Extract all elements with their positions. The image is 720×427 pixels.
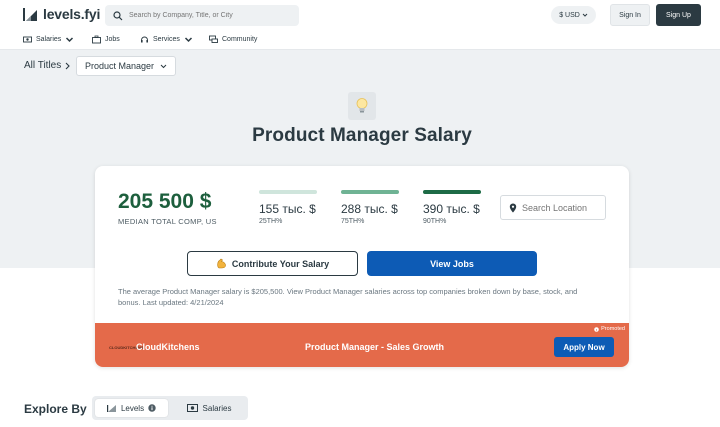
flexed-arm-icon bbox=[217, 258, 226, 269]
money-icon bbox=[23, 36, 32, 43]
percentile-value: 155 тыс. $ bbox=[259, 202, 316, 216]
percentile-label: 75TH% bbox=[341, 218, 365, 225]
salary-card: 205 500 $ MEDIAN TOTAL COMP, US 155 тыс.… bbox=[95, 166, 629, 367]
promoted-label: Promoted bbox=[601, 326, 625, 332]
nav-label: Salaries bbox=[36, 36, 62, 43]
nav-item-salaries[interactable]: Salaries bbox=[23, 35, 74, 44]
apply-now-button[interactable]: Apply Now bbox=[554, 337, 614, 357]
chevron-right-icon bbox=[65, 62, 71, 69]
view-jobs-button[interactable]: View Jobs bbox=[367, 251, 537, 276]
money-icon bbox=[186, 404, 198, 412]
info-icon bbox=[594, 326, 599, 332]
tab-salaries-label: Salaries bbox=[202, 403, 232, 413]
percentile-label: 25TH% bbox=[259, 218, 283, 225]
nav-label: Services bbox=[153, 36, 180, 43]
currency-label: $ USD bbox=[559, 11, 580, 19]
promoted-job-banner[interactable]: Promoted CLOUDKITCHENS CloudKitchens Pro… bbox=[95, 323, 629, 367]
percentile-bar bbox=[259, 190, 317, 194]
nav-label: Jobs bbox=[105, 36, 120, 43]
chat-icon bbox=[209, 35, 218, 43]
search-input[interactable] bbox=[129, 12, 289, 19]
percentile-75: 288 тыс. $ 75TH% bbox=[341, 190, 399, 225]
top-header: levels.fyi $ USD Sign In Sign Up bbox=[0, 0, 720, 31]
sign-up-button[interactable]: Sign Up bbox=[656, 4, 701, 26]
page-title: Product Manager Salary bbox=[252, 125, 472, 146]
nav-item-jobs[interactable]: Jobs bbox=[92, 35, 120, 44]
percentile-25: 155 тыс. $ 25TH% bbox=[259, 190, 317, 225]
headset-icon bbox=[141, 36, 148, 43]
percentile-bar bbox=[423, 190, 481, 194]
title-selector-label: Product Manager bbox=[85, 61, 155, 71]
promoted-badge: Promoted bbox=[594, 326, 625, 332]
promo-company-name: CloudKitchens bbox=[136, 342, 200, 352]
chevron-down-icon bbox=[66, 37, 74, 43]
logo-text: levels.fyi bbox=[43, 6, 101, 22]
chevron-down-icon bbox=[160, 64, 167, 69]
logo[interactable]: levels.fyi bbox=[23, 6, 100, 22]
main-nav: Salaries Jobs Services Community bbox=[0, 31, 720, 50]
location-search[interactable] bbox=[500, 195, 606, 220]
levels-chart-icon bbox=[106, 404, 116, 412]
nav-label: Community bbox=[222, 36, 258, 43]
info-icon bbox=[148, 404, 156, 412]
map-pin-icon bbox=[509, 203, 517, 212]
percentile-value: 288 тыс. $ bbox=[341, 202, 398, 216]
explore-tabs: Levels Salaries bbox=[92, 396, 248, 420]
search-icon bbox=[113, 10, 123, 20]
median-salary-label: MEDIAN TOTAL COMP, US bbox=[118, 217, 217, 226]
salary-description: The average Product Manager salary is $2… bbox=[118, 287, 578, 307]
tab-levels-label: Levels bbox=[120, 403, 145, 413]
sign-in-button[interactable]: Sign In bbox=[610, 4, 650, 26]
search-bar[interactable] bbox=[105, 5, 299, 26]
lightbulb-icon bbox=[348, 92, 376, 120]
explore-by-label: Explore By bbox=[24, 402, 87, 416]
tab-levels[interactable]: Levels bbox=[95, 399, 168, 417]
percentile-value: 390 тыс. $ bbox=[423, 202, 480, 216]
percentile-bar bbox=[341, 190, 399, 194]
briefcase-icon bbox=[92, 35, 101, 44]
title-selector[interactable]: Product Manager bbox=[76, 56, 177, 76]
contribute-label: Contribute Your Salary bbox=[231, 258, 330, 269]
chevron-down-icon bbox=[184, 37, 192, 43]
contribute-salary-button[interactable]: Contribute Your Salary bbox=[187, 251, 358, 276]
logo-icon bbox=[23, 7, 37, 21]
promo-job-title: Product Manager - Sales Growth bbox=[305, 342, 445, 352]
nav-item-services[interactable]: Services bbox=[140, 35, 193, 44]
chevron-down-icon bbox=[582, 13, 588, 17]
currency-selector[interactable]: $ USD bbox=[551, 6, 596, 24]
percentile-label: 90TH% bbox=[423, 218, 447, 225]
median-salary-value: 205 500 $ bbox=[118, 190, 212, 213]
location-input[interactable] bbox=[522, 202, 602, 213]
nav-item-community[interactable]: Community bbox=[209, 35, 257, 44]
percentile-90: 390 тыс. $ 90TH% bbox=[423, 190, 481, 225]
breadcrumb-all-titles[interactable]: All Titles bbox=[24, 60, 71, 71]
tab-salaries[interactable]: Salaries bbox=[176, 399, 242, 417]
breadcrumb-label: All Titles bbox=[24, 60, 62, 71]
